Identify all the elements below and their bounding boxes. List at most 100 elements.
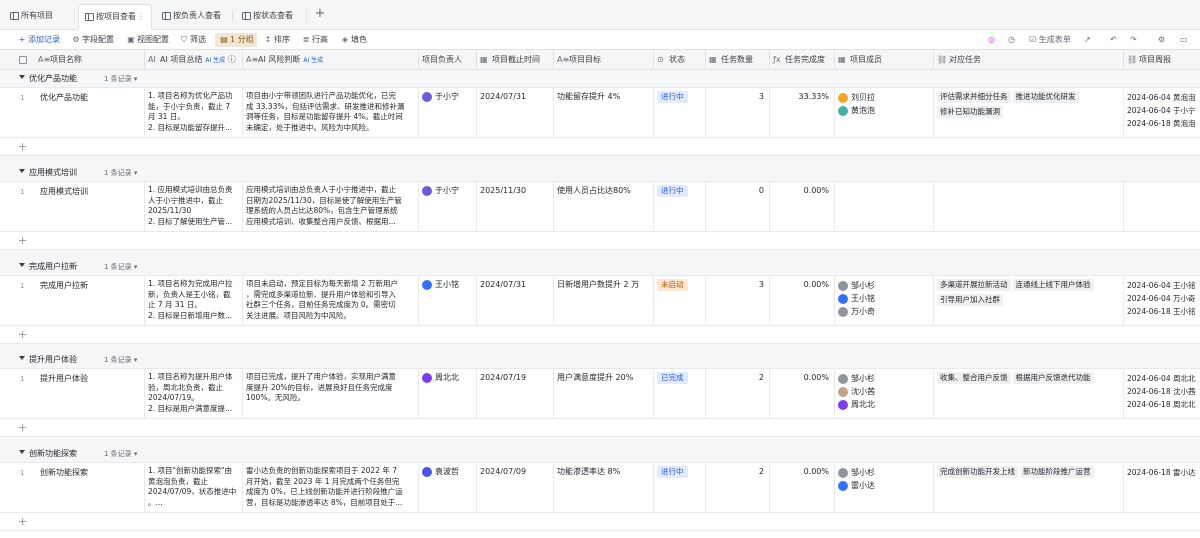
tab-all-projects[interactable]: 所有项目 — [4, 4, 53, 30]
weekly-report-item[interactable]: 2024-06-04 王小铭 — [1127, 279, 1197, 292]
table-row[interactable]: 1 优化产品功能 1. 项目名称为优化产品功 能，于小宁负责，截止 7 月 31 日… — [0, 88, 1200, 138]
column-header-goal[interactable]: A≡项目目标 — [554, 50, 654, 70]
weekly-cell[interactable]: 2024-06-04 黄泡泡 2024-06-04 于小宁 2024-06-18 黄… — [1124, 88, 1200, 138]
summary-cell[interactable]: 1. 项目名称为优化产品功 能，于小宁负责，截止 7 月 31 日。 2. 目标… — [145, 88, 243, 138]
group-record-count[interactable]: 1 条记录 — [104, 445, 137, 463]
weekly-report-item[interactable]: 2024-06-18 周北北 — [1127, 398, 1197, 411]
column-header-risk[interactable]: A≡AI 风险判断 AI 生成 — [243, 50, 419, 70]
risk-cell[interactable]: 项目由小宁带领团队进行产品功能优化，已完 成 33.33%，包括评估需求、研发推… — [243, 88, 419, 138]
members-cell[interactable]: 邹小杉 沈小茜 周北北 — [835, 369, 934, 419]
task-tag[interactable]: 评估需求并细分任务 — [937, 91, 1011, 103]
weekly-report-item[interactable]: 2024-06-18 沈小茜 — [1127, 385, 1197, 398]
status-cell[interactable]: 进行中 — [654, 88, 706, 138]
row-name-cell[interactable]: 1 提升用户体验 — [0, 369, 145, 419]
collapse-caret-icon[interactable] — [19, 263, 25, 267]
goal-cell[interactable]: 日新增用户数提升 2 万 — [554, 276, 654, 326]
fill-color-button[interactable]: ◈ 填色 — [339, 33, 367, 47]
row-name-cell[interactable]: 1 完成用户拉新 — [0, 276, 145, 326]
table-row[interactable]: 1 提升用户体验 1. 项目名称为提升用户体 验，周北北负责，截止 2024/07/… — [0, 369, 1200, 419]
collapse-caret-icon[interactable] — [19, 169, 25, 173]
add-row-plus-icon[interactable]: + — [18, 513, 27, 531]
risk-cell[interactable]: 项目已完成，提升了用户体验，实现用户满意 度提升 20%的目标，进展良好且任务完… — [243, 369, 419, 419]
group-record-count[interactable]: 1 条记录 — [104, 70, 137, 88]
comment-icon[interactable]: ▭ — [1180, 33, 1188, 47]
owner-cell[interactable]: 袁波哲 — [419, 463, 477, 513]
column-header-task-count[interactable]: ▦ 任务数量 — [706, 50, 770, 70]
column-header-tasks[interactable]: ⛓ 对应任务 — [934, 50, 1124, 70]
generate-form-button[interactable]: ☑ 生成表单 — [1029, 33, 1071, 47]
collapse-caret-icon[interactable] — [19, 75, 25, 79]
group-record-count[interactable]: 1 条记录 — [104, 258, 137, 276]
add-row[interactable]: + — [0, 138, 1200, 156]
view-config-button[interactable]: ▣ 视图配置 — [125, 33, 169, 47]
owner-cell[interactable]: 王小铭 — [419, 276, 477, 326]
completion-cell[interactable]: 0.00% — [770, 276, 835, 326]
deadline-cell[interactable]: 2025/11/30 — [477, 182, 554, 232]
group-record-count[interactable]: 1 条记录 — [104, 351, 137, 369]
tasks-cell[interactable]: 收集、整合用户反馈 根据用户反馈迭代功能 — [934, 369, 1124, 419]
add-record-button[interactable]: + 添加记录 — [16, 33, 60, 47]
tasks-cell[interactable]: 评估需求并细分任务 推进功能优化研发修补已知功能漏洞 — [934, 88, 1124, 138]
completion-cell[interactable]: 0.00% — [770, 182, 835, 232]
table-row[interactable]: 1 应用模式培训 1. 应用模式培训由总负责 人于小宁推进中，截止 2025/11/… — [0, 182, 1200, 232]
table-row[interactable]: 1 完成用户拉新 1. 项目名称为完成用户拉 新，负责人是王小铭，截 止 7 月 3… — [0, 276, 1200, 326]
owner-cell[interactable]: 于小宁 — [419, 182, 477, 232]
tab-by-status[interactable]: 按状态查看 — [236, 4, 293, 30]
members-cell[interactable]: 刘贝拉 黄泡泡 — [835, 88, 934, 138]
summary-cell[interactable]: 1. 项目名称为提升用户体 验，周北北负责，截止 2024/07/19。 2. … — [145, 369, 243, 419]
group-header[interactable]: 完成用户拉新 1 条记录 — [0, 258, 1200, 276]
add-row-plus-icon[interactable]: + — [18, 326, 27, 344]
task-tag[interactable]: 新功能阶段推广运营 — [1020, 466, 1094, 478]
group-header[interactable]: 提升用户体验 1 条记录 — [0, 351, 1200, 369]
task-count-cell[interactable]: 2 — [706, 463, 770, 513]
weekly-cell[interactable]: 2024-06-04 王小铭 2024-06-04 万小奇 2024-06-18 王… — [1124, 276, 1200, 326]
group-button[interactable]: ▤ 1 分组 — [215, 33, 257, 47]
ai-assistant-icon[interactable]: ◎ — [988, 33, 995, 47]
goal-cell[interactable]: 使用人员占比达80% — [554, 182, 654, 232]
members-cell[interactable] — [835, 182, 934, 232]
column-header-weekly[interactable]: ⛓ 项目周报 — [1124, 50, 1200, 70]
completion-cell[interactable]: 0.00% — [770, 463, 835, 513]
add-row-plus-icon[interactable]: + — [18, 419, 27, 437]
goal-cell[interactable]: 功能留存提升 4% — [554, 88, 654, 138]
task-tag[interactable]: 完成创新功能开发上线 — [937, 466, 1018, 478]
weekly-report-item[interactable]: 2024-06-18 黄泡泡 — [1127, 117, 1197, 130]
tasks-cell[interactable]: 多渠道开展拉新活动 连通线上线下用户体验引导用户加入社群 — [934, 276, 1124, 326]
row-name-cell[interactable]: 1 应用模式培训 — [0, 182, 145, 232]
status-cell[interactable]: 未启动 — [654, 276, 706, 326]
tab-by-owner[interactable]: 按负责人查看 — [156, 4, 221, 30]
weekly-cell[interactable]: 2024-06-18 雷小达 — [1124, 463, 1200, 513]
collapse-caret-icon[interactable] — [19, 450, 25, 454]
collapse-caret-icon[interactable] — [19, 356, 25, 360]
weekly-report-item[interactable]: 2024-06-04 黄泡泡 — [1127, 91, 1197, 104]
share-icon[interactable]: ↗ — [1084, 33, 1091, 47]
add-row-plus-icon[interactable]: + — [18, 232, 27, 250]
weekly-cell[interactable]: 2024-06-04 周北北 2024-06-18 沈小茜 2024-06-18 周… — [1124, 369, 1200, 419]
column-header-owner[interactable]: 项目负责人 — [419, 50, 477, 70]
column-header-completion[interactable]: ƒx 任务完成度 — [770, 50, 835, 70]
group-record-count[interactable]: 1 条记录 — [104, 164, 137, 182]
group-header[interactable]: 优化产品功能 1 条记录 — [0, 70, 1200, 88]
completion-cell[interactable]: 0.00% — [770, 369, 835, 419]
add-row[interactable]: + — [0, 419, 1200, 437]
select-all-checkbox[interactable] — [19, 56, 27, 64]
summary-cell[interactable]: 1. 项目名称为完成用户拉 新，负责人是王小铭，截 止 7 月 31 日。 2.… — [145, 276, 243, 326]
row-height-button[interactable]: ≣ 行高 — [300, 33, 328, 47]
add-view-button[interactable]: + — [312, 4, 328, 24]
tasks-cell[interactable] — [934, 182, 1124, 232]
summary-cell[interactable]: 1. 项目"创新功能探索"由 黄泡泡负责，截止 2024/07/09，状态推进中… — [145, 463, 243, 513]
tab-by-project[interactable]: 按项目查看 ⋮ — [78, 4, 152, 30]
task-tag[interactable]: 修补已知功能漏洞 — [937, 106, 1003, 118]
owner-cell[interactable]: 周北北 — [419, 369, 477, 419]
redo-icon[interactable]: ↷ — [1130, 33, 1137, 47]
weekly-cell[interactable] — [1124, 182, 1200, 232]
task-tag[interactable]: 推进功能优化研发 — [1012, 91, 1079, 103]
task-count-cell[interactable]: 0 — [706, 182, 770, 232]
column-header-deadline[interactable]: ▦ 项目截止时间 — [477, 50, 554, 70]
add-row[interactable]: + — [0, 232, 1200, 250]
add-row-plus-icon[interactable]: + — [18, 138, 27, 156]
column-header-status[interactable]: ⊙ 状态 — [654, 50, 706, 70]
owner-cell[interactable]: 于小宁 — [419, 88, 477, 138]
column-header-summary[interactable]: AI AI 项目总结 AI 生成 ⓘ — [145, 50, 243, 70]
sort-button[interactable]: ↕ 排序 — [262, 33, 290, 47]
